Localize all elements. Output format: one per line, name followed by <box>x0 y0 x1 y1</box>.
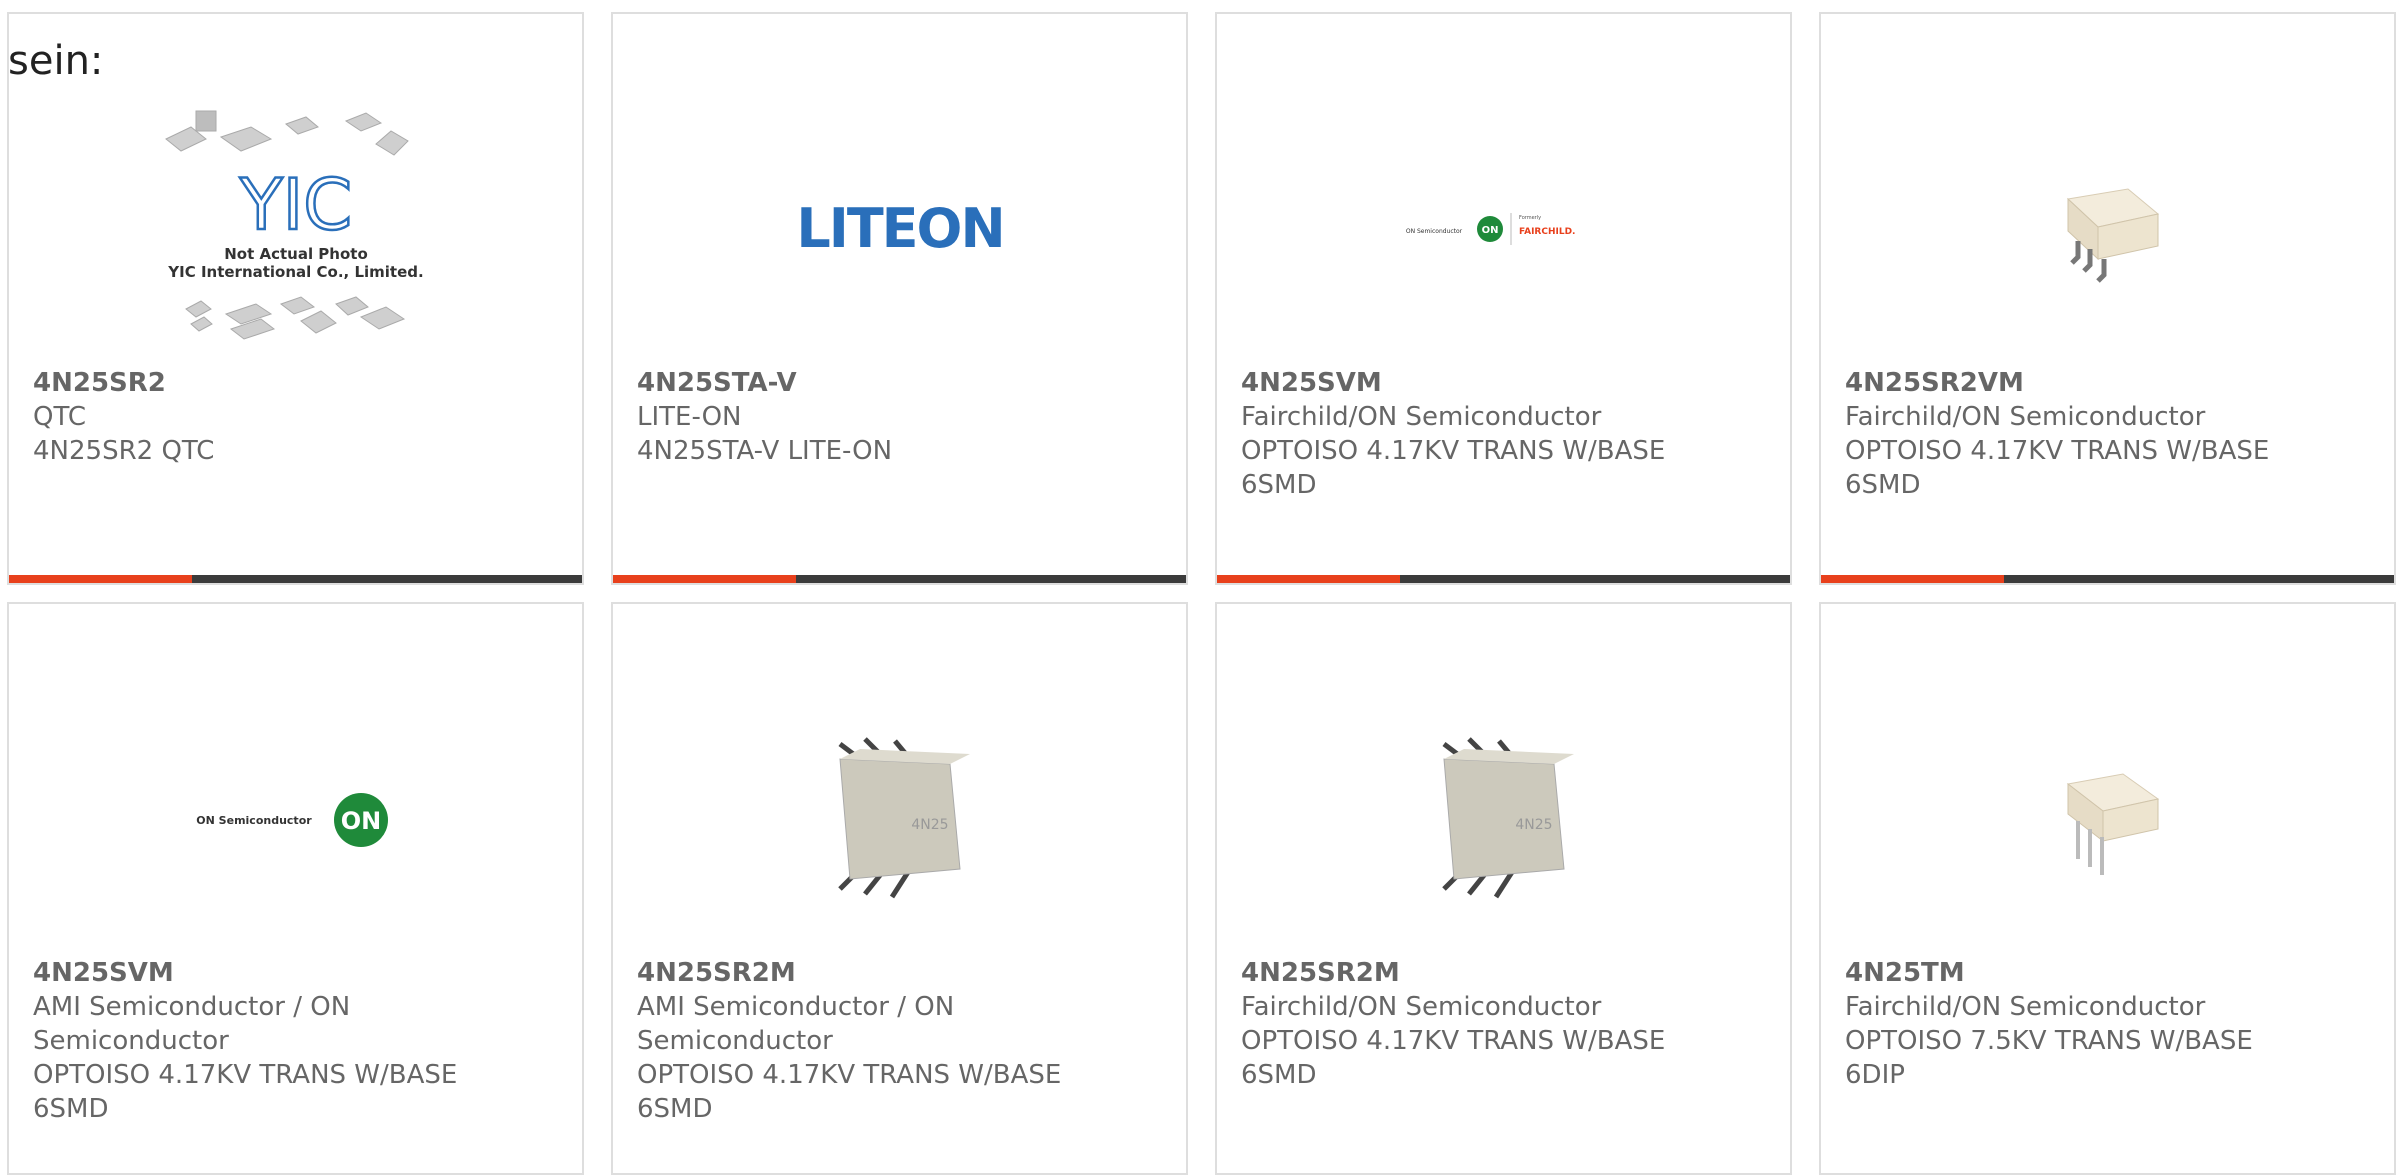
smd-optocoupler-image: 4N25 <box>799 719 1000 919</box>
product-image: 4N25 <box>613 684 1186 954</box>
part-number[interactable]: 4N25SVM <box>33 956 562 990</box>
manufacturer: AMI Semiconductor / ON <box>637 992 955 1022</box>
description-line: 6SMD <box>637 1094 713 1124</box>
ic-marking: 4N25 <box>911 817 948 833</box>
part-number[interactable]: 4N25STA-V <box>637 366 1166 400</box>
product-card[interactable]: 4N25TM Fairchild/ON Semiconductor OPTOIS… <box>1819 602 2396 1175</box>
product-card[interactable]: LITEON 4N25STA-V LITE-ON 4N25STA-V LITE-… <box>611 12 1188 585</box>
on-badge-text: ON <box>1481 225 1498 236</box>
manufacturer: Fairchild/ON Semiconductor <box>1845 992 2206 1022</box>
manufacturer: LITE-ON <box>637 402 742 432</box>
description-line: OPTOISO 4.17KV TRANS W/BASE <box>1845 436 2270 466</box>
placeholder-photo-image: YIC Not Actual Photo YIC International C… <box>164 110 423 340</box>
onsemi-fairchild-logo: ON Semiconductor ON Formerly FAIRCHILD. <box>1405 213 1575 245</box>
part-number[interactable]: 4N25SR2M <box>1241 956 1770 990</box>
on-badge-text: ON <box>340 807 381 835</box>
part-number[interactable]: 4N25SR2VM <box>1845 366 2374 400</box>
manufacturer: Fairchild/ON Semiconductor <box>1845 402 2206 432</box>
description-line: OPTOISO 4.17KV TRANS W/BASE <box>637 1060 1062 1090</box>
yic-logo: YIC <box>238 164 351 246</box>
placeholder-line2: YIC International Co., Limited. <box>167 263 423 281</box>
description-line: 4N25STA-V LITE-ON <box>637 436 893 466</box>
manufacturer: Semiconductor <box>33 1026 229 1056</box>
ic-marking: 4N25 <box>1515 817 1552 833</box>
card-accent-bar <box>1821 575 2394 583</box>
part-number[interactable]: 4N25TM <box>1845 956 2374 990</box>
product-image: 4N25 <box>1217 684 1790 954</box>
formerly-text: Formerly <box>1519 215 1541 221</box>
manufacturer: Fairchild/ON Semiconductor <box>1241 992 1602 1022</box>
description-line: 6DIP <box>1845 1060 1905 1090</box>
description-line: 6SMD <box>1241 1060 1317 1090</box>
smd-optocoupler-image: 4N25 <box>1403 719 1604 919</box>
description-line: OPTOISO 7.5KV TRANS W/BASE <box>1845 1026 2253 1056</box>
product-card[interactable]: 4N25 4N25SR2M Fairchild/ON Semiconductor… <box>1215 602 1792 1175</box>
product-image: LITEON <box>613 94 1186 364</box>
dip-optocoupler-image <box>2066 773 2159 875</box>
description-line: 6SMD <box>1845 470 1921 500</box>
product-image: ON Semiconductor ON <box>9 684 582 954</box>
product-info: 4N25SVM AMI Semiconductor / ON Semicondu… <box>33 956 562 1126</box>
description-line: OPTOISO 4.17KV TRANS W/BASE <box>1241 436 1666 466</box>
onsemi-logo: ON Semiconductor ON <box>196 793 388 847</box>
product-card[interactable]: YIC Not Actual Photo YIC International C… <box>7 12 584 585</box>
part-number[interactable]: 4N25SR2 <box>33 366 562 400</box>
product-info: 4N25SVM Fairchild/ON Semiconductor OPTOI… <box>1241 366 1770 502</box>
product-info: 4N25SR2 QTC 4N25SR2 QTC <box>33 366 562 468</box>
liteon-logo-text: LITEON <box>796 197 1003 260</box>
description-line: OPTOISO 4.17KV TRANS W/BASE <box>1241 1026 1666 1056</box>
product-image: YIC Not Actual Photo YIC International C… <box>9 94 582 364</box>
manufacturer: QTC <box>33 402 86 432</box>
manufacturer: AMI Semiconductor / ON <box>33 992 351 1022</box>
product-card[interactable]: 4N25SR2VM Fairchild/ON Semiconductor OPT… <box>1819 12 2396 585</box>
section-heading: sein: <box>8 38 104 84</box>
product-card[interactable]: ON Semiconductor ON Formerly FAIRCHILD. … <box>1215 12 1792 585</box>
fairchild-text: FAIRCHILD. <box>1519 227 1575 237</box>
product-info: 4N25SR2M Fairchild/ON Semiconductor OPTO… <box>1241 956 1770 1092</box>
smd-optocoupler-image <box>2066 188 2159 283</box>
product-card[interactable]: ON Semiconductor ON 4N25SVM AMI Semicond… <box>7 602 584 1175</box>
onsemi-text: ON Semiconductor <box>1405 228 1462 235</box>
product-image <box>1821 94 2394 364</box>
card-accent-bar <box>613 575 1186 583</box>
part-number[interactable]: 4N25SVM <box>1241 366 1770 400</box>
manufacturer: Semiconductor <box>637 1026 833 1056</box>
product-info: 4N25STA-V LITE-ON 4N25STA-V LITE-ON <box>637 366 1166 468</box>
part-number[interactable]: 4N25SR2M <box>637 956 1166 990</box>
product-info: 4N25TM Fairchild/ON Semiconductor OPTOIS… <box>1845 956 2374 1092</box>
card-accent-bar <box>9 575 582 583</box>
description-line: 6SMD <box>33 1094 109 1124</box>
product-card[interactable]: 4N25 4N25SR2M AMI Semiconductor / ON Sem… <box>611 602 1188 1175</box>
description-line: OPTOISO 4.17KV TRANS W/BASE <box>33 1060 458 1090</box>
onsemi-text: ON Semiconductor <box>196 814 312 827</box>
placeholder-line1: Not Actual Photo <box>224 245 368 263</box>
product-info: 4N25SR2VM Fairchild/ON Semiconductor OPT… <box>1845 366 2374 502</box>
description-line: 6SMD <box>1241 470 1317 500</box>
description-line: 4N25SR2 QTC <box>33 436 215 466</box>
product-image: ON Semiconductor ON Formerly FAIRCHILD. <box>1217 94 1790 364</box>
manufacturer: Fairchild/ON Semiconductor <box>1241 402 1602 432</box>
card-accent-bar <box>1217 575 1790 583</box>
liteon-logo: LITEON <box>796 197 1005 260</box>
product-image <box>1821 684 2394 954</box>
product-info: 4N25SR2M AMI Semiconductor / ON Semicond… <box>637 956 1166 1126</box>
